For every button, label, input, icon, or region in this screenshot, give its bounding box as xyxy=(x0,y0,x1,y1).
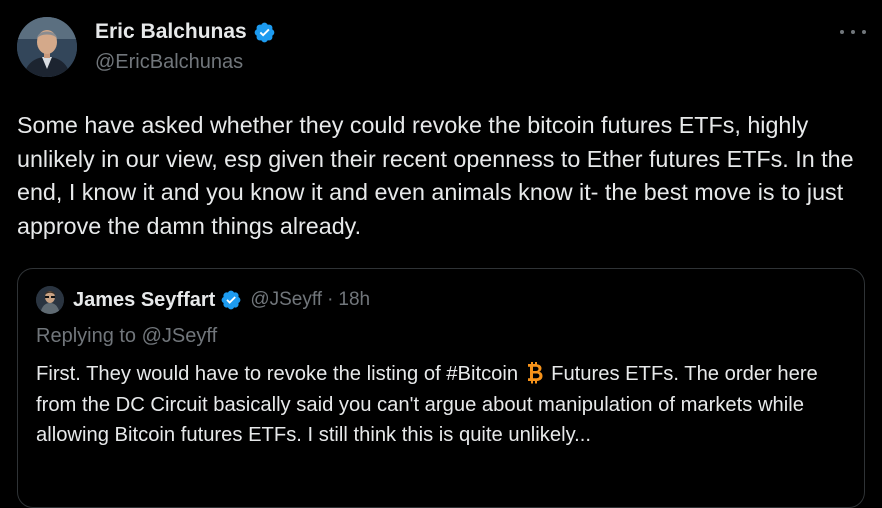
author-handle[interactable]: @EricBalchunas xyxy=(95,51,243,74)
author-avatar[interactable] xyxy=(17,17,77,77)
quoted-avatar-image xyxy=(36,286,64,314)
author-name-row[interactable]: Eric Balchunas xyxy=(95,20,276,44)
tweet-text: Some have asked whether they could revok… xyxy=(17,112,854,239)
quoted-author-avatar[interactable] xyxy=(36,286,64,314)
verified-badge-icon xyxy=(254,22,275,42)
quoted-tweet-timestamp[interactable]: 18h xyxy=(338,289,370,311)
quoted-author-handle[interactable]: @JSeyff xyxy=(250,289,322,311)
author-display-name[interactable]: Eric Balchunas xyxy=(95,20,247,44)
bitcoin-icon xyxy=(528,362,543,384)
quoted-tweet-header: James Seyffart @JSeyff · 18h xyxy=(36,286,370,314)
quoted-author-display-name[interactable]: James Seyffart xyxy=(73,289,215,312)
quoted-tweet-text: First. They would have to revoke the lis… xyxy=(36,359,851,451)
verified-badge-icon xyxy=(221,290,241,310)
avatar-image xyxy=(17,17,77,77)
more-options-icon[interactable] xyxy=(840,22,866,42)
quoted-text-part-1: First. They would have to revoke the lis… xyxy=(36,363,519,385)
dot-separator: · xyxy=(327,289,334,310)
quoted-tweet[interactable]: James Seyffart @JSeyff · 18h Replying to… xyxy=(17,268,865,508)
replying-to: Replying to @JSeyff xyxy=(36,325,218,347)
dot xyxy=(840,30,844,34)
dot xyxy=(851,30,855,34)
dot xyxy=(862,30,866,34)
